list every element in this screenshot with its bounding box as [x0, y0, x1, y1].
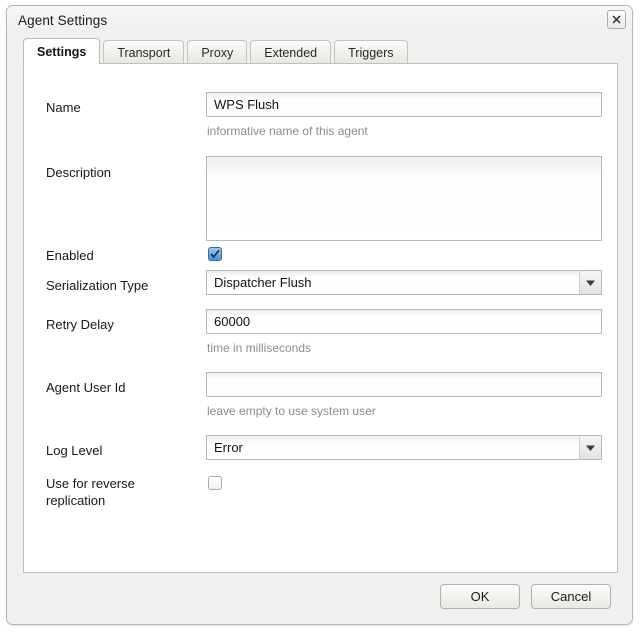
- ok-button[interactable]: OK: [440, 584, 520, 609]
- dialog-footer: OK Cancel: [8, 573, 631, 623]
- chevron-down-icon: [579, 436, 601, 459]
- log-level-value: Error: [207, 440, 579, 455]
- tab-proxy-label: Proxy: [201, 46, 233, 60]
- agent-user-id-hint: leave empty to use system user: [207, 404, 376, 418]
- chevron-down-icon: [579, 271, 601, 294]
- dialog-title: Agent Settings: [18, 13, 107, 28]
- serialization-type-value: Dispatcher Flush: [207, 275, 579, 290]
- tab-settings[interactable]: Settings: [23, 38, 100, 64]
- tab-extended[interactable]: Extended: [250, 40, 331, 64]
- name-hint: informative name of this agent: [207, 124, 368, 138]
- agent-user-id-label: Agent User Id: [46, 379, 126, 396]
- tab-proxy[interactable]: Proxy: [187, 40, 247, 64]
- retry-delay-label: Retry Delay: [46, 316, 114, 333]
- description-label: Description: [46, 164, 111, 181]
- enabled-label: Enabled: [46, 247, 94, 264]
- reverse-replication-checkbox[interactable]: [208, 476, 222, 490]
- settings-form: Name informative name of this agent Desc…: [24, 64, 617, 572]
- tab-triggers[interactable]: Triggers: [334, 40, 407, 64]
- name-label: Name: [46, 99, 81, 116]
- serialization-type-select[interactable]: Dispatcher Flush: [206, 270, 602, 295]
- name-input[interactable]: [206, 92, 602, 117]
- description-textarea[interactable]: [206, 156, 602, 241]
- log-level-select[interactable]: Error: [206, 435, 602, 460]
- tab-transport[interactable]: Transport: [103, 40, 184, 64]
- tab-settings-label: Settings: [37, 45, 86, 59]
- log-level-label: Log Level: [46, 442, 102, 459]
- retry-delay-input[interactable]: [206, 309, 602, 334]
- enabled-checkbox[interactable]: [208, 247, 222, 261]
- tab-triggers-label: Triggers: [348, 46, 393, 60]
- close-icon[interactable]: [607, 10, 626, 29]
- agent-user-id-input[interactable]: [206, 372, 602, 397]
- cancel-button[interactable]: Cancel: [531, 584, 611, 609]
- tab-bar: Settings Transport Proxy Extended Trigge…: [23, 39, 622, 64]
- retry-delay-hint: time in milliseconds: [207, 341, 311, 355]
- serialization-type-label: Serialization Type: [46, 277, 148, 294]
- settings-panel: Name informative name of this agent Desc…: [23, 63, 618, 573]
- agent-settings-dialog: Agent Settings Settings Transport Proxy …: [6, 5, 633, 625]
- tab-transport-label: Transport: [117, 46, 170, 60]
- reverse-replication-label: Use for reverse replication: [46, 475, 196, 509]
- tab-extended-label: Extended: [264, 46, 317, 60]
- dialog-titlebar: Agent Settings: [7, 6, 632, 34]
